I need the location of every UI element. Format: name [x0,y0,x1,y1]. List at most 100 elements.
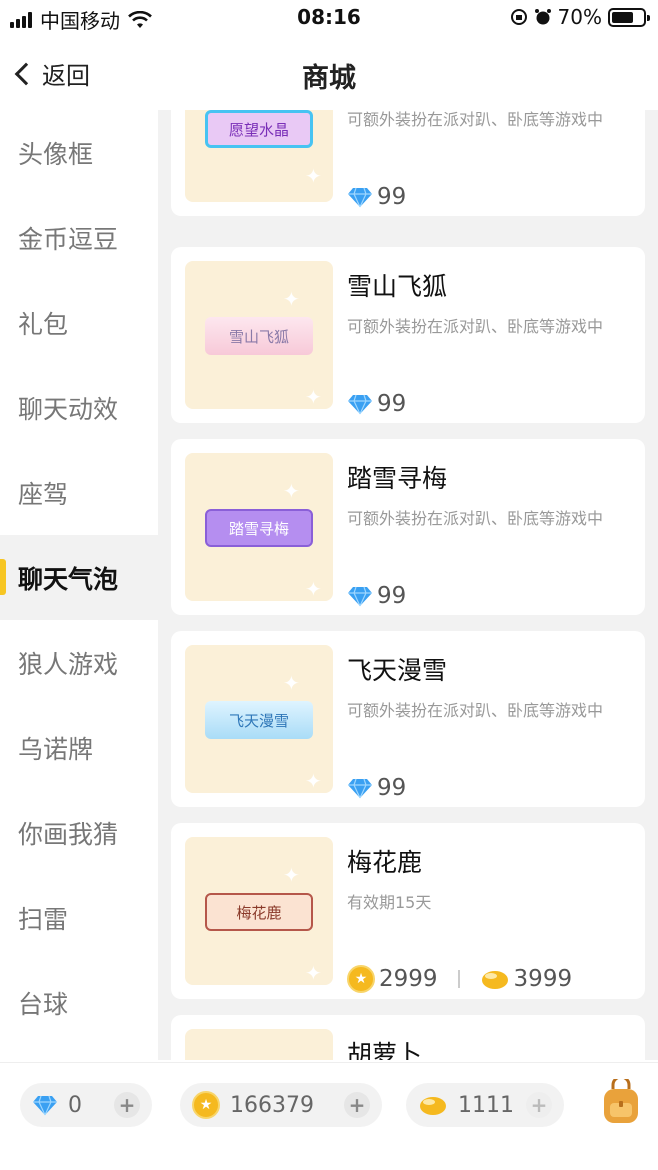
product-thumbnail: ✦ ✦ 梅花鹿 [185,837,333,985]
add-coins-button[interactable]: + [344,1092,370,1118]
product-name: 飞天漫雪 [347,656,448,685]
shop-page: 中国移动 08:16 70% 返回 商城 头像框 金币逗豆 礼包 聊天动效 座驾… [0,0,658,1170]
price-value: 99 [377,583,407,609]
bubble-preview: 踏雪寻梅 [205,509,313,547]
price-tag: 99 [347,184,406,210]
coin-balance: ★ 166379 + [180,1083,382,1127]
bubble-preview: 飞天漫雪 [205,701,313,739]
bubble-preview: 愿望水晶 [205,110,313,148]
sidebar-item-label: 扫雷 [18,904,69,934]
price-tag: ★ 2999 3999 [347,965,572,993]
bean-icon [420,1097,446,1115]
sidebar-item-coins[interactable]: 金币逗豆 [0,195,158,280]
product-card[interactable]: ✦ ✦ 飞天漫雪 飞天漫雪 可额外装扮在派对趴、卧底等游戏中 99 [171,631,645,807]
page-title: 商城 [302,63,356,94]
product-desc: 可额外装扮在派对趴、卧底等游戏中 [347,701,604,720]
product-name: 雪山飞狐 [347,272,448,301]
price-tag: 99 [347,583,406,609]
sparkle-icon: ✦ [305,769,322,793]
coin-balance-value: 166379 [230,1092,314,1118]
product-thumbnail: ✦ 愿望水晶 [185,110,333,202]
bubble-preview: 梅花鹿 [205,893,313,931]
diamond-icon [348,394,372,415]
sidebar-item-label: 聊天动效 [18,394,119,424]
battery-percent: 70% [557,5,602,29]
sidebar-item-avatar-frame[interactable]: 头像框 [0,110,158,195]
product-thumbnail [185,1029,333,1060]
backpack-icon[interactable] [600,1079,642,1127]
product-card[interactable]: ✦ ✦ 踏雪寻梅 踏雪寻梅 可额外装扮在派对趴、卧底等游戏中 99 [171,439,645,615]
price-tag: 99 [347,391,406,417]
product-card[interactable]: ✦ 愿望水晶 可额外装扮在派对趴、卧底等游戏中 99 [171,110,645,216]
sidebar-item-vehicles[interactable]: 座驾 [0,450,158,535]
status-bar: 中国移动 08:16 70% [0,0,658,36]
product-card[interactable]: 胡萝卜 [171,1015,645,1060]
battery-icon [608,7,650,27]
coin-icon: ★ [347,965,375,993]
nav-bar: 返回 商城 [0,40,658,108]
diamond-balance-value: 0 [68,1092,82,1118]
diamond-icon [348,586,372,607]
product-thumbnail: ✦ ✦ 踏雪寻梅 [185,453,333,601]
sidebar-item-label: 头像框 [18,139,94,169]
price-value: 99 [377,391,407,417]
sparkle-icon: ✦ [283,479,300,503]
sidebar-item-label: 座驾 [18,479,69,509]
sparkle-icon: ✦ [305,164,322,188]
price-tag: 99 [347,775,406,801]
sidebar-item-gift-pack[interactable]: 礼包 [0,280,158,365]
sparkle-icon: ✦ [305,577,322,601]
sidebar-item-label: 台球 [18,989,69,1019]
sidebar-item-label: 礼包 [18,309,69,339]
product-name: 踏雪寻梅 [347,464,448,493]
orientation-lock-icon [510,9,527,25]
product-thumbnail: ✦ ✦ 雪山飞狐 [185,261,333,409]
sidebar-item-label: 金币逗豆 [18,224,119,254]
sparkle-icon: ✦ [305,385,322,409]
coin-price-value: 2999 [379,966,438,992]
price-value: 99 [377,775,407,801]
sidebar-item-label: 狼人游戏 [18,649,119,679]
sparkle-icon: ✦ [305,961,322,985]
product-list: ✦ 愿望水晶 可额外装扮在派对趴、卧底等游戏中 99 ✦ ✦ 雪山飞狐 雪山飞狐… [158,110,658,1060]
sidebar-item-label: 乌诺牌 [18,734,94,764]
product-desc: 有效期15天 [347,893,432,912]
wallet-bar: 0 + ★ 166379 + 1111 + [0,1062,658,1170]
product-card[interactable]: ✦ ✦ 梅花鹿 梅花鹿 有效期15天 ★ 2999 3999 [171,823,645,999]
bean-balance-value: 1111 [458,1092,514,1118]
diamond-icon [33,1095,57,1116]
sparkle-icon: ✦ [283,287,300,311]
sidebar-item-draw-guess[interactable]: 你画我猜 [0,790,158,875]
diamond-icon [348,187,372,208]
product-name: 胡萝卜 [347,1040,423,1060]
coin-icon: ★ [192,1091,220,1119]
sidebar-item-chat-effects[interactable]: 聊天动效 [0,365,158,450]
diamond-balance: 0 + [20,1083,152,1127]
bean-price-value: 3999 [513,966,573,992]
bean-icon [481,971,508,989]
sidebar-item-billiards[interactable]: 台球 [0,960,158,1045]
alarm-icon [534,9,551,25]
price-divider [457,970,460,988]
product-name: 梅花鹿 [347,848,423,877]
bubble-preview: 雪山飞狐 [205,317,313,355]
add-beans-button[interactable]: + [526,1092,552,1118]
price-value: 99 [377,184,407,210]
sidebar-item-chat-bubbles[interactable]: 聊天气泡 [0,535,158,620]
bean-balance: 1111 + [406,1083,564,1127]
sidebar-item-label: 聊天气泡 [18,564,119,594]
product-card[interactable]: ✦ ✦ 雪山飞狐 雪山飞狐 可额外装扮在派对趴、卧底等游戏中 99 [171,247,645,423]
add-diamonds-button[interactable]: + [114,1092,140,1118]
sparkle-icon: ✦ [283,863,300,887]
sparkle-icon: ✦ [283,671,300,695]
diamond-icon [348,778,372,799]
sidebar-item-uno[interactable]: 乌诺牌 [0,705,158,790]
sidebar-item-minesweeper[interactable]: 扫雷 [0,875,158,960]
sidebar-item-label: 你画我猜 [18,819,119,849]
product-desc: 可额外装扮在派对趴、卧底等游戏中 [347,317,604,336]
sidebar-item-werewolf[interactable]: 狼人游戏 [0,620,158,705]
product-desc: 可额外装扮在派对趴、卧底等游戏中 [347,110,604,129]
category-sidebar: 头像框 金币逗豆 礼包 聊天动效 座驾 聊天气泡 狼人游戏 乌诺牌 你画我猜 扫… [0,110,158,1060]
product-thumbnail: ✦ ✦ 飞天漫雪 [185,645,333,793]
product-desc: 可额外装扮在派对趴、卧底等游戏中 [347,509,604,528]
